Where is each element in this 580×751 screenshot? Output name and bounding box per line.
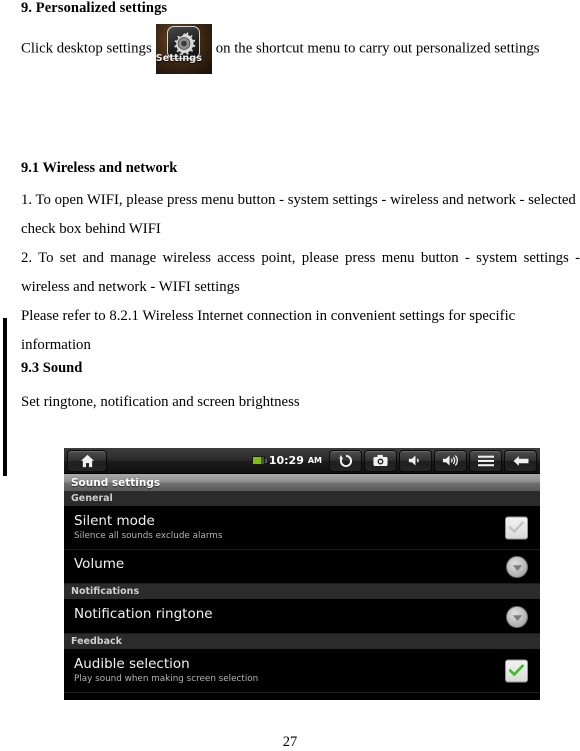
list-item-subtitle: Play sound when making screen selection xyxy=(74,674,259,684)
home-icon xyxy=(80,454,95,468)
refresh-icon xyxy=(338,454,353,468)
paragraph-intro-after: on the shortcut menu to carry out person… xyxy=(215,40,540,57)
battery-icon xyxy=(251,456,267,465)
android-screenshot: 10:29 AM Sound settings General Silent m… xyxy=(64,448,540,700)
list-item-silent-mode[interactable]: Silent mode Silence all sounds exclude a… xyxy=(64,507,540,550)
volume-up-icon xyxy=(442,454,460,467)
volume-down-button[interactable] xyxy=(399,449,432,472)
screen-title-bar: Sound settings xyxy=(64,474,540,491)
paragraph-intro-before: Click desktop settings xyxy=(21,40,152,57)
list-item-title: Audible selection xyxy=(74,656,190,672)
section-heading-sound: 9.3 Sound xyxy=(21,360,83,376)
home-button[interactable] xyxy=(67,449,107,472)
document-page: 9. Personalized settings Click desktop s… xyxy=(0,0,580,751)
clock-ampm: AM xyxy=(307,456,322,465)
status-clock: 10:29 AM xyxy=(250,454,328,467)
page-title: 9. Personalized settings xyxy=(21,0,168,16)
volume-chevron-wrap[interactable] xyxy=(506,555,528,578)
clock-time: 10:29 xyxy=(268,454,304,467)
revision-change-bar xyxy=(3,318,7,476)
silent-mode-checkbox[interactable] xyxy=(505,516,528,540)
paragraph-wifi-manage: 2. To set and manage wireless access poi… xyxy=(21,250,580,295)
settings-icon-label: Settings xyxy=(155,53,203,64)
list-item-audible-selection[interactable]: Audible selection Play sound when making… xyxy=(64,650,540,693)
list-item-volume[interactable]: Volume xyxy=(64,550,540,584)
audible-selection-checkbox-wrap[interactable] xyxy=(505,659,528,683)
volume-up-button[interactable] xyxy=(434,449,467,472)
menu-button[interactable] xyxy=(469,449,502,472)
back-button[interactable] xyxy=(504,449,537,472)
screen-empty-area xyxy=(64,693,540,700)
menu-icon xyxy=(477,455,494,467)
camera-icon xyxy=(373,454,388,467)
checkmark-icon xyxy=(508,662,525,681)
audible-selection-checkbox[interactable] xyxy=(505,659,528,683)
paragraph-intro: Click desktop settings Settings on the sho… xyxy=(21,24,580,74)
section-header-feedback: Feedback xyxy=(64,634,540,650)
section-heading-wireless: 9.1 Wireless and network xyxy=(21,160,178,176)
camera-button[interactable] xyxy=(364,449,397,472)
section-header-notifications: Notifications xyxy=(64,584,540,600)
list-item-title: Volume xyxy=(74,556,125,572)
ringtone-chevron-wrap[interactable] xyxy=(506,605,528,628)
paragraph-wifi-reference: Please refer to 8.2.1 Wireless Internet … xyxy=(21,308,516,353)
list-item-title: Notification ringtone xyxy=(74,606,213,622)
refresh-button[interactable] xyxy=(329,449,362,472)
chevron-down-icon xyxy=(512,607,523,626)
android-status-bar: 10:29 AM xyxy=(64,448,540,474)
chevron-down-icon xyxy=(512,557,523,576)
back-arrow-icon xyxy=(513,455,529,467)
volume-expand-button[interactable] xyxy=(506,555,528,578)
settings-app-icon: Settings xyxy=(155,24,212,74)
volume-down-icon xyxy=(408,454,424,467)
paragraph-wifi-open: 1. To open WIFI, please press menu butto… xyxy=(21,192,576,237)
list-item-subtitle: Silence all sounds exclude alarms xyxy=(74,531,223,541)
silent-mode-checkbox-wrap[interactable] xyxy=(505,516,528,540)
list-item-title: Silent mode xyxy=(74,513,155,529)
list-item-notification-ringtone[interactable]: Notification ringtone xyxy=(64,600,540,634)
checkmark-icon xyxy=(508,519,525,538)
page-number: 27 xyxy=(282,734,298,750)
notification-ringtone-expand-button[interactable] xyxy=(506,605,528,628)
paragraph-sound-desc: Set ringtone, notification and screen br… xyxy=(21,394,300,410)
section-header-general: General xyxy=(64,491,540,507)
